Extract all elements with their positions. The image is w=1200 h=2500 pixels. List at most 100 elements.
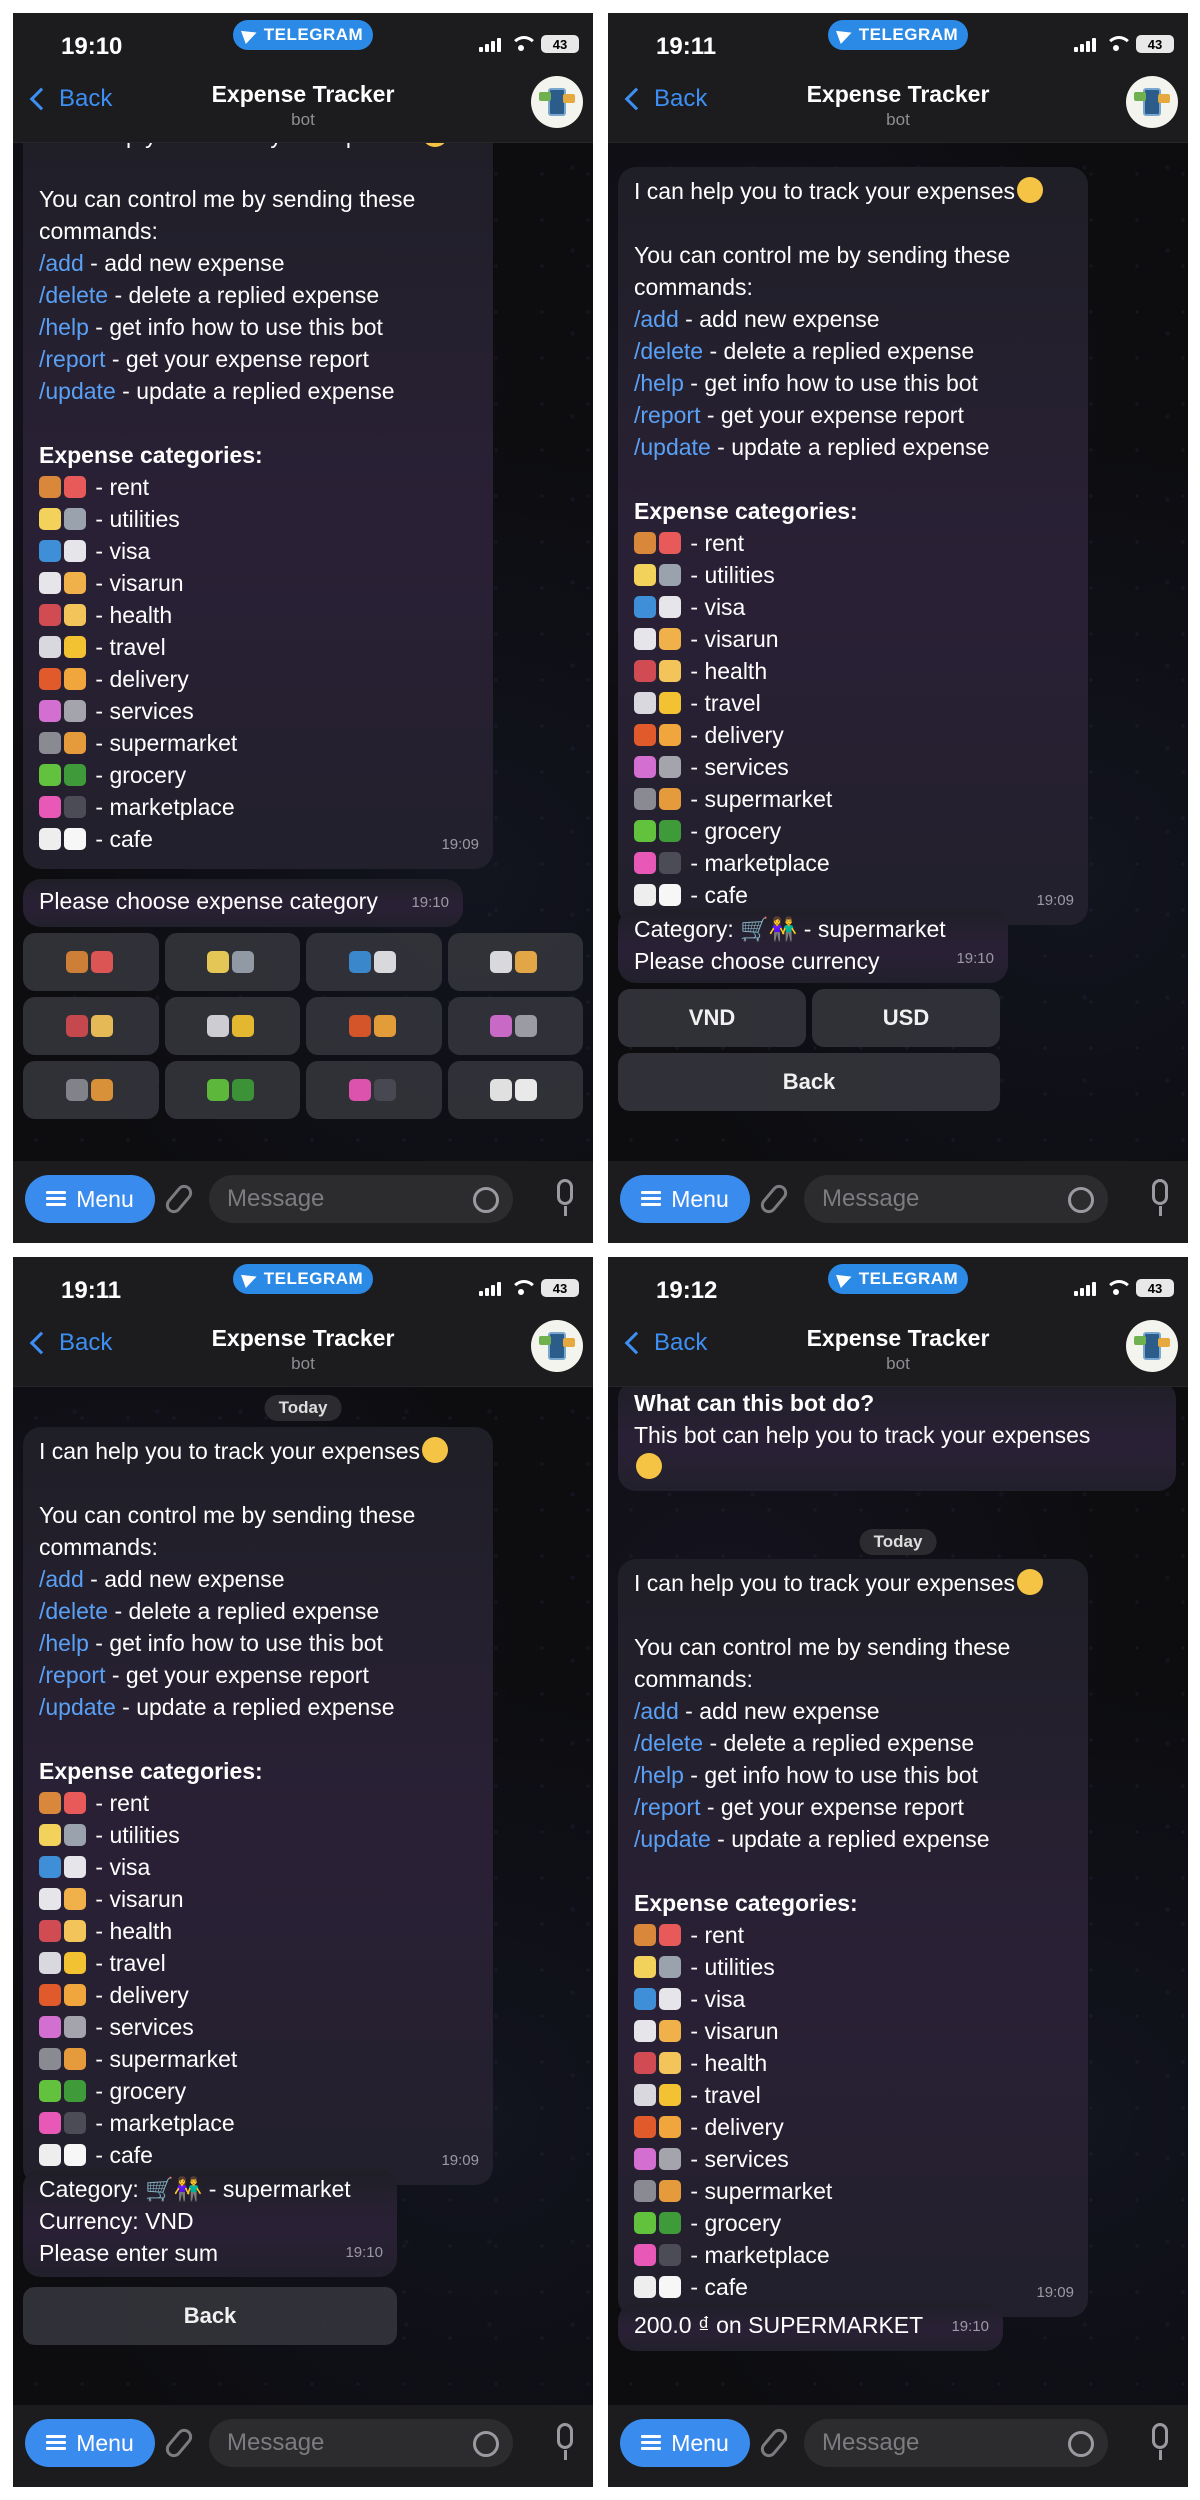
back-key[interactable]: Back bbox=[618, 1053, 1000, 1111]
category-key[interactable] bbox=[447, 997, 583, 1055]
command-link[interactable]: /add bbox=[634, 1698, 679, 1724]
command-link[interactable]: /add bbox=[39, 1566, 84, 1592]
category-emoji-icon bbox=[207, 1079, 230, 1101]
menu-button[interactable]: Menu bbox=[25, 2419, 155, 2467]
category-emoji-icon bbox=[64, 1824, 86, 1846]
chat-title[interactable]: Expense Tracker bbox=[13, 81, 593, 108]
command-line: /report - get your expense report bbox=[634, 402, 964, 428]
category-emoji-icon bbox=[39, 2144, 61, 2166]
category-key[interactable] bbox=[447, 1061, 583, 1119]
mic-icon[interactable] bbox=[1152, 2423, 1168, 2460]
mic-icon[interactable] bbox=[1152, 1179, 1168, 1216]
category-key[interactable] bbox=[306, 933, 442, 991]
command-link[interactable]: /update bbox=[39, 1694, 116, 1720]
category-emoji-icon bbox=[39, 2016, 61, 2038]
telegram-pill[interactable]: TELEGRAM bbox=[828, 1264, 968, 1294]
message-input[interactable]: Message bbox=[209, 2419, 513, 2467]
mic-icon[interactable] bbox=[557, 2423, 573, 2460]
command-link[interactable]: /help bbox=[39, 314, 89, 340]
telegram-pill[interactable]: TELEGRAM bbox=[233, 20, 373, 50]
chat-title[interactable]: Expense Tracker bbox=[608, 1325, 1188, 1352]
category-line: - cafe bbox=[39, 2139, 477, 2171]
category-key[interactable] bbox=[164, 997, 300, 1055]
category-line: - services bbox=[634, 751, 1072, 783]
command-link[interactable]: /delete bbox=[39, 282, 108, 308]
status-bar: 19:10 TELEGRAM 43 bbox=[13, 13, 593, 73]
category-line: - services bbox=[39, 2011, 477, 2043]
sticker-icon[interactable] bbox=[1068, 1187, 1094, 1213]
category-emoji-icon bbox=[634, 2180, 656, 2202]
telegram-pill[interactable]: TELEGRAM bbox=[828, 20, 968, 50]
command-link[interactable]: /add bbox=[634, 306, 679, 332]
category-emoji-icon bbox=[659, 628, 681, 650]
bot-avatar[interactable] bbox=[531, 1320, 583, 1372]
command-link[interactable]: /update bbox=[39, 378, 116, 404]
category-emoji-icon bbox=[490, 951, 513, 973]
bot-avatar[interactable] bbox=[1126, 1320, 1178, 1372]
category-emoji-icon bbox=[634, 2020, 656, 2042]
command-link[interactable]: /delete bbox=[634, 338, 703, 364]
usd-button[interactable]: USD bbox=[812, 989, 1000, 1047]
category-emoji-icon bbox=[64, 668, 86, 690]
category-key[interactable] bbox=[164, 1061, 300, 1119]
command-link[interactable]: /report bbox=[39, 346, 105, 372]
command-link[interactable]: /help bbox=[634, 370, 684, 396]
category-key[interactable] bbox=[447, 933, 583, 991]
menu-button[interactable]: Menu bbox=[25, 1175, 155, 1223]
command-link[interactable]: /help bbox=[634, 1762, 684, 1788]
sticker-icon[interactable] bbox=[473, 1187, 499, 1213]
category-emoji-icon bbox=[207, 1015, 230, 1037]
chat-title[interactable]: Expense Tracker bbox=[608, 81, 1188, 108]
command-link[interactable]: /help bbox=[39, 1630, 89, 1656]
category-line: - rent bbox=[634, 527, 1072, 559]
command-link[interactable]: /report bbox=[634, 402, 700, 428]
chat-title[interactable]: Expense Tracker bbox=[13, 1325, 593, 1352]
bot-avatar[interactable] bbox=[1126, 76, 1178, 128]
category-emoji-icon bbox=[64, 1792, 86, 1814]
menu-button[interactable]: Menu bbox=[620, 2419, 750, 2467]
category-key[interactable] bbox=[23, 1061, 159, 1119]
category-key[interactable] bbox=[23, 933, 159, 991]
category-line: - utilities bbox=[634, 1951, 1072, 1983]
message-input[interactable]: Message bbox=[209, 1175, 513, 1223]
mic-icon[interactable] bbox=[557, 1179, 573, 1216]
vnd-button[interactable]: VND bbox=[618, 989, 806, 1047]
sticker-icon[interactable] bbox=[1068, 2431, 1094, 2457]
wink-emoji-icon bbox=[1017, 1569, 1043, 1595]
message-input[interactable]: Message bbox=[804, 2419, 1108, 2467]
telegram-pill[interactable]: TELEGRAM bbox=[233, 1264, 373, 1294]
category-key[interactable] bbox=[23, 997, 159, 1055]
attach-icon[interactable] bbox=[757, 2425, 791, 2461]
attach-icon[interactable] bbox=[162, 2425, 196, 2461]
wink-emoji-icon bbox=[636, 1453, 662, 1479]
chat-header: Back Expense Tracker bot bbox=[13, 1317, 593, 1387]
attach-icon[interactable] bbox=[757, 1181, 791, 1217]
command-link[interactable]: /update bbox=[634, 1826, 711, 1852]
category-key[interactable] bbox=[306, 1061, 442, 1119]
command-line: /delete - delete a replied expense bbox=[634, 1730, 975, 1756]
chat-area: What can this bot do? This bot can help … bbox=[608, 1387, 1188, 2405]
command-link[interactable]: /add bbox=[39, 250, 84, 276]
category-line: - travel bbox=[634, 687, 1072, 719]
sticker-icon[interactable] bbox=[473, 2431, 499, 2457]
category-key[interactable] bbox=[306, 997, 442, 1055]
category-key[interactable] bbox=[164, 933, 300, 991]
message-input[interactable]: Message bbox=[804, 1175, 1108, 1223]
attach-icon[interactable] bbox=[162, 1181, 196, 1217]
bot-avatar[interactable] bbox=[531, 76, 583, 128]
category-line: - delivery bbox=[39, 663, 477, 695]
category-line: - rent bbox=[39, 471, 477, 503]
category-emoji-icon bbox=[515, 1015, 538, 1037]
back-key[interactable]: Back bbox=[23, 2287, 397, 2345]
prompt-message: Please choose expense category 19:10 bbox=[23, 879, 463, 927]
category-emoji-icon bbox=[64, 1952, 86, 1974]
command-link[interactable]: /update bbox=[634, 434, 711, 460]
menu-button[interactable]: Menu bbox=[620, 1175, 750, 1223]
command-link[interactable]: /delete bbox=[39, 1598, 108, 1624]
command-link[interactable]: /report bbox=[634, 1794, 700, 1820]
command-link[interactable]: /delete bbox=[634, 1730, 703, 1756]
category-line: - services bbox=[39, 695, 477, 727]
category-emoji-icon bbox=[64, 572, 86, 594]
command-link[interactable]: /report bbox=[39, 1662, 105, 1688]
category-emoji-icon bbox=[39, 2080, 61, 2102]
